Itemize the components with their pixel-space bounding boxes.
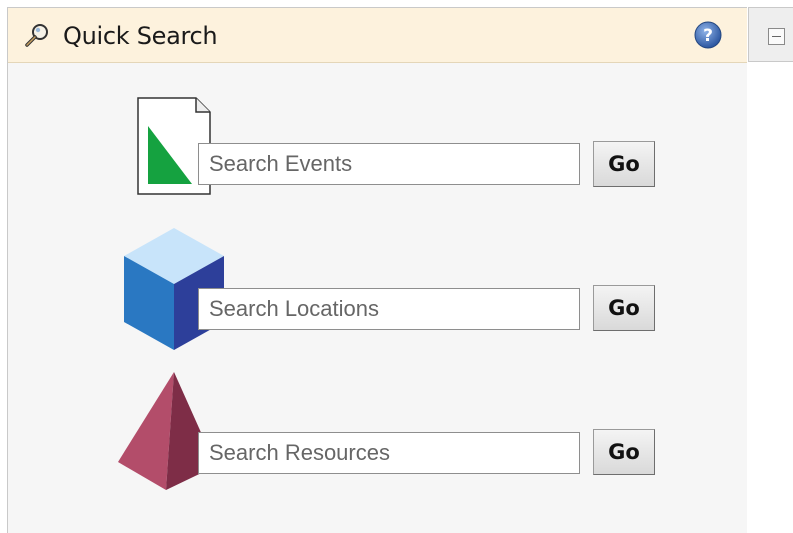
search-locations-input[interactable] [198,288,580,330]
search-resources-input[interactable] [198,432,580,474]
search-locations-go-button[interactable]: Go [593,285,655,331]
magnifier-icon [25,24,48,47]
collapse-icon [768,28,785,45]
quick-search-panel: Quick Search ? Go Go [7,7,747,533]
search-locations-row: Go [8,226,747,356]
search-events-go-button[interactable]: Go [593,141,655,187]
search-resources-row: Go [8,370,747,500]
search-events-row: Go [8,96,747,226]
search-resources-go-button[interactable]: Go [593,429,655,475]
panel-title: Quick Search [63,22,218,50]
svg-text:?: ? [703,26,713,46]
help-icon[interactable]: ? [693,20,723,50]
search-events-input[interactable] [198,143,580,185]
panel-header: Quick Search ? [8,8,747,63]
collapse-button[interactable] [748,7,793,62]
